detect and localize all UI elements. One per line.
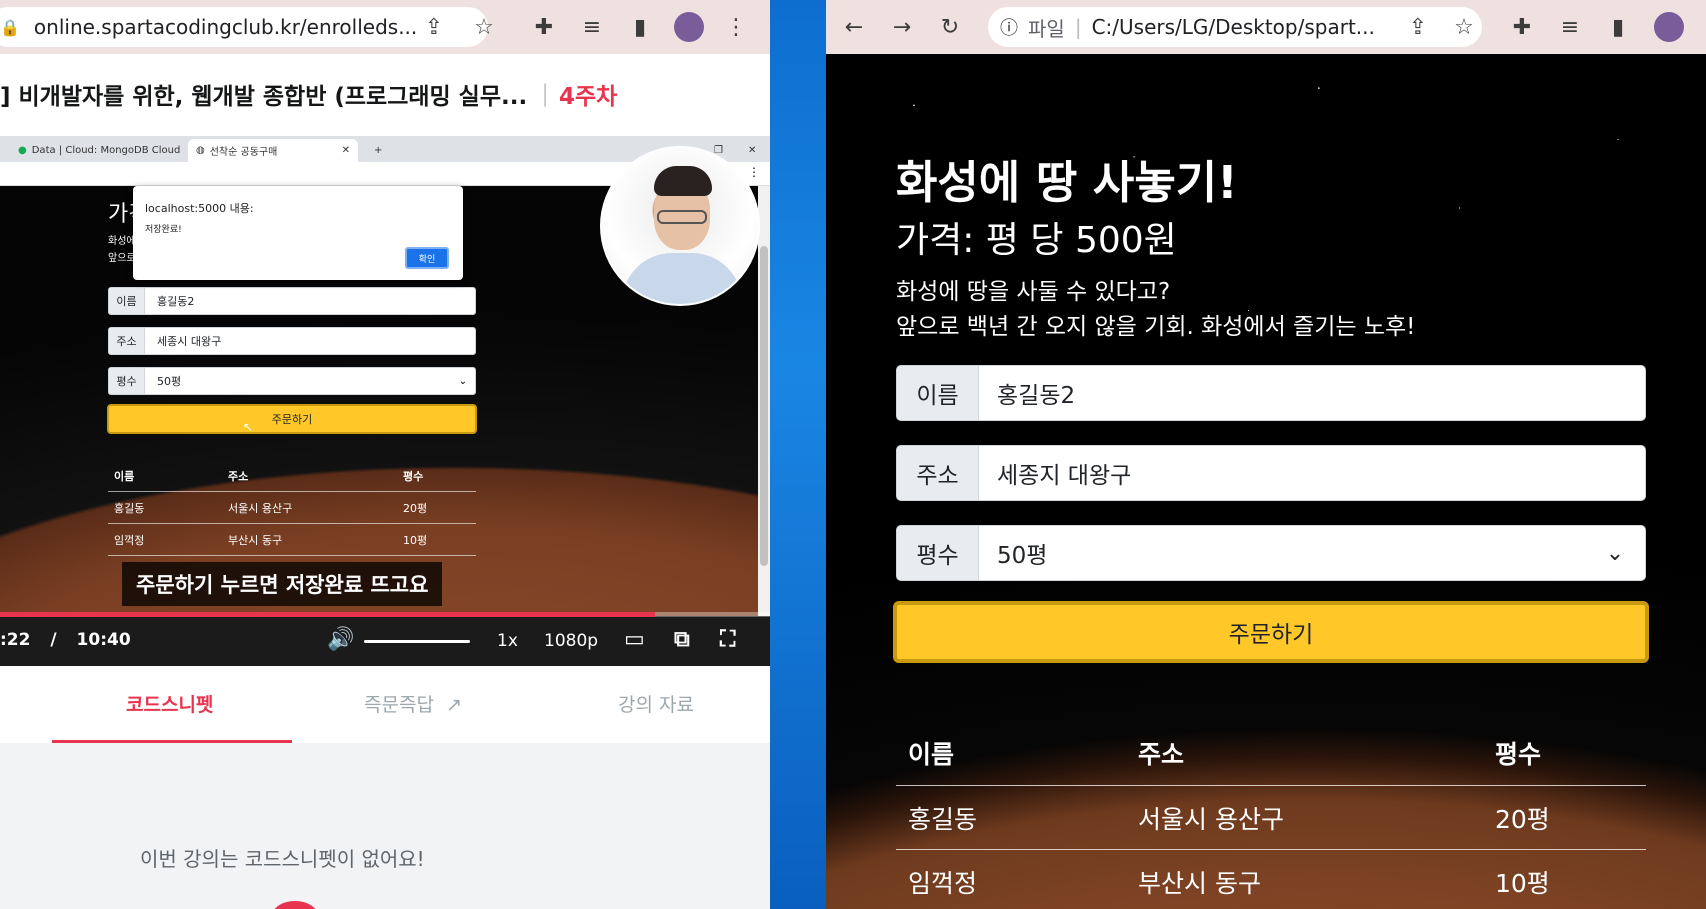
volume-slider[interactable] — [364, 640, 470, 643]
mongodb-leaf-icon: ● — [18, 145, 27, 156]
info-icon: ⓘ — [1000, 18, 1018, 39]
left-address-bar[interactable]: 🔒 online.spartacodingclub.kr/enrolleds..… — [0, 7, 488, 47]
video-tab-groupbuy: ◍ 선착순 공동구매 ✕ — [188, 139, 358, 162]
course-title: ] 비개발자를 위한, 웹개발 종합반 (프로그래밍 실무... — [0, 84, 528, 110]
side-panel-icon[interactable]: ▮ — [1604, 13, 1632, 41]
quality-button[interactable]: 1080p — [544, 631, 598, 651]
video-controls: :22 / 10:40 🔊 1x 1080p ▭ ⧉ ⛶ — [0, 617, 770, 666]
mascot-icon — [272, 901, 318, 909]
external-link-icon: ↗ — [445, 694, 462, 716]
page-title: 화성에 땅 사놓기! — [896, 156, 1238, 209]
playback-speed-button[interactable]: 1x — [497, 631, 518, 651]
size-label: 평수 — [897, 526, 979, 580]
left-url-text: online.spartacodingclub.kr/enrolleds... — [33, 15, 418, 39]
intro-line-1: 화성에 땅을 사둘 수 있다고? — [896, 279, 1171, 305]
table-header-row: 이름 주소 평수 — [896, 720, 1646, 786]
left-browser-window: 🔒 online.spartacodingclub.kr/enrolleds..… — [0, 0, 770, 909]
address-label: 주소 — [897, 446, 979, 500]
video-alert-dialog: localhost:5000 내용: 저장완료! 확인 — [133, 186, 463, 280]
video-tab-mongodb: ● Data | Cloud: MongoDB Cloud — [18, 145, 181, 156]
profile-avatar[interactable] — [1654, 12, 1684, 42]
left-toolbar: 🔒 online.spartacodingclub.kr/enrolleds..… — [0, 0, 770, 54]
lock-icon: 🔒 — [0, 17, 20, 37]
file-scheme-label: 파일 — [1028, 16, 1065, 41]
volume-icon[interactable]: 🔊 — [327, 627, 354, 652]
right-url-text: C:/Users/LG/Desktop/spart... — [1091, 15, 1375, 39]
table-row: 임꺽정 부산시 동구 10평 — [896, 850, 1646, 909]
empty-snippet-message: 이번 강의는 코드스니펫이 없어요! — [140, 847, 425, 871]
price-heading: 가격: 평 당 500원 — [896, 220, 1177, 261]
name-input[interactable]: 홍길동2 — [979, 366, 1645, 420]
video-order-button: 주문하기 — [107, 404, 477, 434]
bookmark-star-icon[interactable]: ☆ — [1450, 13, 1478, 41]
name-label: 이름 — [897, 366, 979, 420]
captions-icon[interactable]: ▭ — [624, 627, 645, 652]
tab-qa[interactable]: 즉문즉답 ↗ — [364, 690, 462, 717]
title-separator: | — [541, 81, 549, 107]
tab-materials[interactable]: 강의 자료 — [618, 690, 694, 717]
bookmark-star-icon[interactable]: ☆ — [470, 13, 498, 41]
lecture-tabs: 코드스니펫 즉문즉답 ↗ 강의 자료 — [0, 668, 770, 743]
video-address-field: 주소 세종시 대왕구 — [108, 327, 476, 355]
right-toolbar: ← → ↻ ⓘ 파일 | C:/Users/LG/Desktop/spart..… — [826, 0, 1706, 54]
globe-icon: ◍ — [196, 145, 205, 156]
table-row: 홍길동 서울시 용산구 20평 — [108, 492, 476, 524]
tab-close-icon: ✕ — [341, 145, 350, 156]
side-panel-icon[interactable]: ▮ — [626, 13, 654, 41]
alert-ok-button: 확인 — [405, 247, 449, 269]
video-text-fragment-2: 앞으로 — [108, 253, 136, 264]
course-title-bar: ] 비개발자를 위한, 웹개발 종합반 (프로그래밍 실무... | 4주차 — [0, 54, 770, 134]
address-input[interactable]: 세종지 대왕구 — [979, 446, 1645, 500]
video-new-tab-icon: + — [374, 145, 383, 156]
chevron-down-icon[interactable]: ⌄ — [1585, 526, 1645, 580]
table-row: 임꺽정 부산시 동구 10평 — [108, 524, 476, 556]
video-size-select: 평수 50평 ⌄ — [108, 367, 476, 395]
address-field[interactable]: 주소 세종지 대왕구 — [896, 445, 1646, 501]
table-header-row: 이름 주소 평수 — [108, 460, 476, 492]
reload-icon[interactable]: ↻ — [936, 13, 964, 41]
url-divider: | — [1074, 15, 1082, 39]
lecture-tab-content: 이번 강의는 코드스니펫이 없어요! — [0, 743, 770, 909]
forward-arrow-icon[interactable]: → — [888, 13, 916, 41]
desktop-background — [770, 0, 826, 909]
fullscreen-icon[interactable]: ⛶ — [720, 627, 735, 652]
media-queue-icon[interactable]: ≡ — [1556, 13, 1584, 41]
video-subtitle: 주문하기 누르면 저장완료 뜨고요 — [122, 562, 443, 606]
video-kebab-icon: ⋮ — [748, 165, 760, 179]
chevron-down-icon: ⌄ — [458, 375, 468, 387]
profile-avatar[interactable] — [674, 12, 704, 42]
share-icon[interactable]: ⇪ — [420, 13, 448, 41]
size-select[interactable]: 평수 50평 ⌄ — [896, 525, 1646, 581]
instructor-webcam — [600, 146, 760, 306]
extensions-puzzle-icon[interactable]: ✚ — [1508, 13, 1536, 41]
back-arrow-icon[interactable]: ← — [840, 13, 868, 41]
mouse-cursor-icon: ↖ — [243, 420, 254, 434]
extensions-puzzle-icon[interactable]: ✚ — [530, 13, 558, 41]
video-orders-table: 이름 주소 평수 홍길동 서울시 용산구 20평 임꺽정 부산시 동구 10평 — [108, 460, 476, 556]
picture-in-picture-icon[interactable]: ⧉ — [674, 627, 690, 652]
video-page-scrollbar — [758, 186, 770, 616]
orders-table: 이름 주소 평수 홍길동 서울시 용산구 20평 임꺽정 부산시 동구 10평 — [896, 720, 1646, 909]
share-icon[interactable]: ⇪ — [1404, 13, 1432, 41]
media-queue-icon[interactable]: ≡ — [578, 13, 606, 41]
name-field[interactable]: 이름 홍길동2 — [896, 365, 1646, 421]
size-value[interactable]: 50평 — [979, 526, 1585, 580]
table-row: 홍길동 서울시 용산구 20평 — [896, 786, 1646, 850]
video-close-icon: ✕ — [748, 145, 757, 156]
right-browser-window: ← → ↻ ⓘ 파일 | C:/Users/LG/Desktop/spart..… — [826, 0, 1706, 909]
lecture-video-player[interactable]: ● Data | Cloud: MongoDB Cloud ◍ 선착순 공동구매… — [0, 136, 770, 666]
tab-code-snippet[interactable]: 코드스니펫 — [126, 690, 213, 717]
week-label: 4주차 — [558, 84, 618, 110]
video-text-fragment-1: 화성에 — [108, 236, 136, 247]
menu-kebab-icon[interactable]: ⋮ — [722, 13, 750, 41]
video-name-field: 이름 홍길동2 — [108, 287, 476, 315]
video-time: :22 / 10:40 — [0, 630, 131, 650]
order-button[interactable]: 주문하기 — [893, 601, 1649, 663]
intro-line-2: 앞으로 백년 간 오지 않을 기회. 화성에서 즐기는 노후! — [896, 314, 1416, 340]
